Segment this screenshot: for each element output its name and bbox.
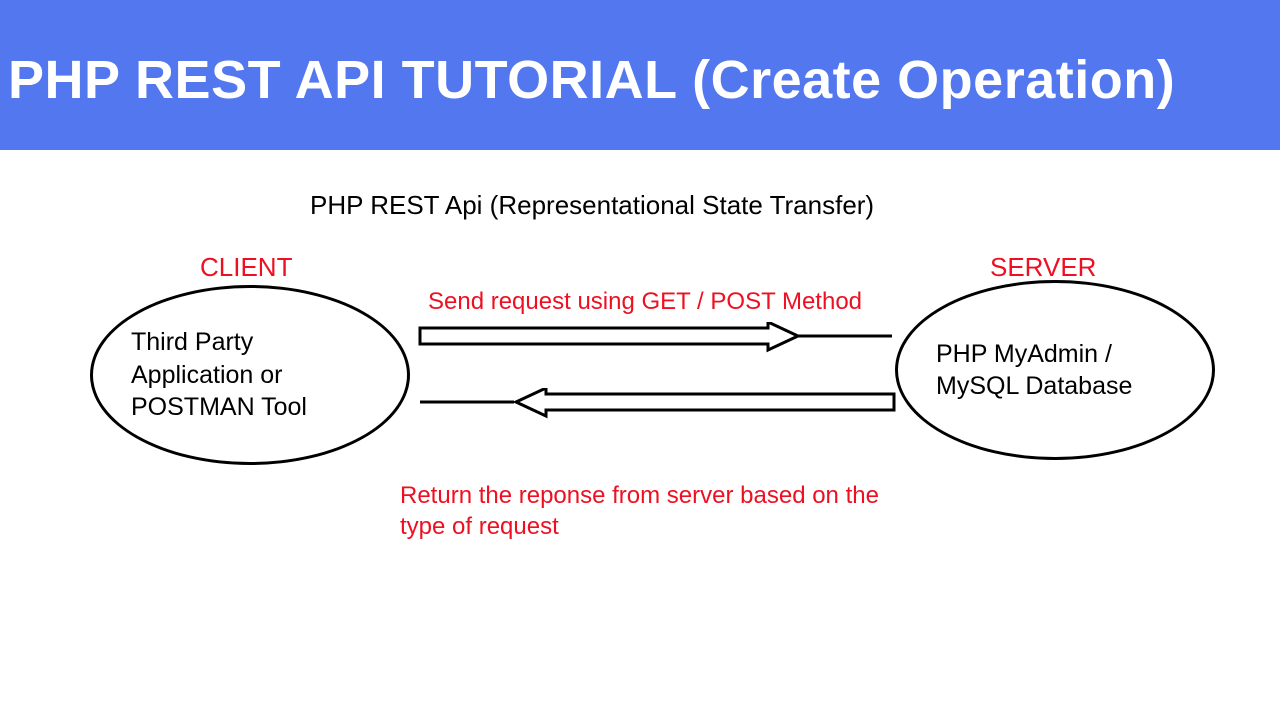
page-title: PHP REST API TUTORIAL (Create Operation) (8, 49, 1175, 111)
server-label: SERVER (990, 252, 1096, 283)
header-bar: PHP REST API TUTORIAL (Create Operation) (0, 0, 1280, 150)
arrow-right-icon (418, 322, 898, 362)
diagram-canvas: PHP REST Api (Representational State Tra… (0, 150, 1280, 720)
client-node: Third Party Application or POSTMAN Tool (90, 285, 410, 465)
request-arrow-label: Send request using GET / POST Method (428, 288, 862, 316)
client-label: CLIENT (200, 252, 292, 283)
diagram-title: PHP REST Api (Representational State Tra… (310, 190, 874, 221)
server-node-text: PHP MyAdmin / MySQL Database (936, 338, 1174, 403)
arrow-left-icon (418, 388, 898, 428)
client-node-text: Third Party Application or POSTMAN Tool (131, 326, 369, 424)
response-arrow-label: Return the reponse from server based on … (400, 480, 890, 542)
server-node: PHP MyAdmin / MySQL Database (895, 280, 1215, 460)
